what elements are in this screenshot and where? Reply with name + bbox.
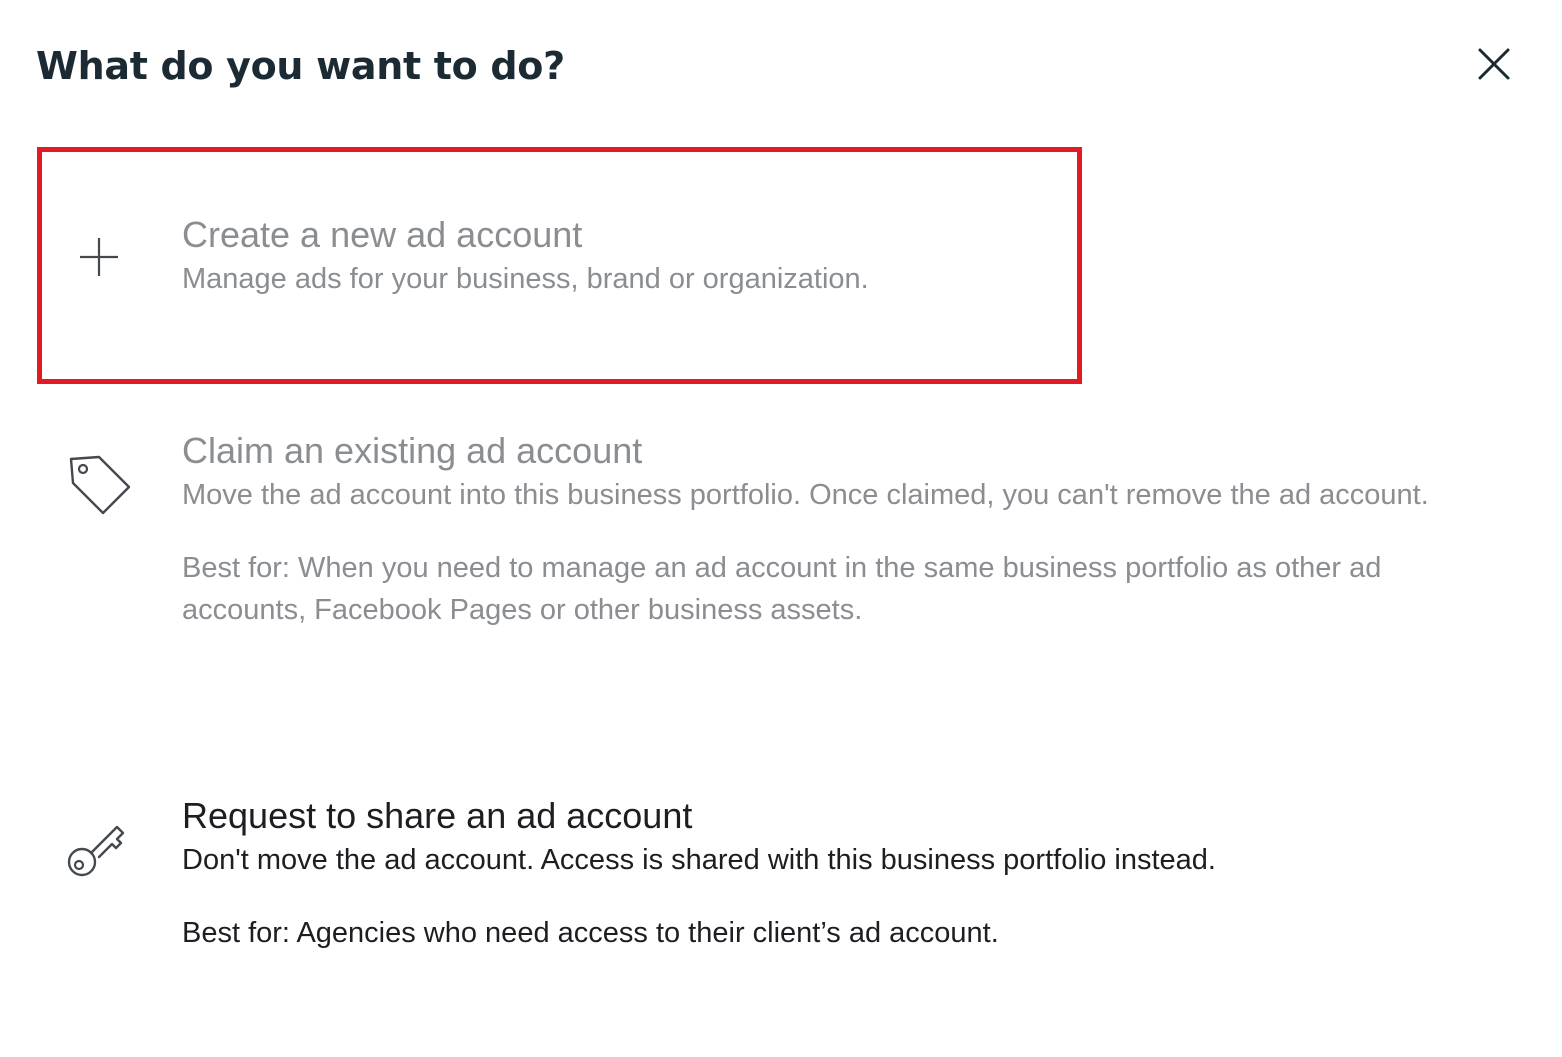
option-title: Claim an existing ad account (182, 430, 643, 471)
option-create-ad-account[interactable]: Create a new ad account Manage ads for y… (40, 150, 1520, 375)
key-icon (64, 810, 134, 880)
option-title: Create a new ad account (182, 214, 583, 255)
option-description: Don't move the ad account. Access is sha… (182, 844, 1216, 876)
tag-icon (64, 450, 134, 520)
option-best-for: Best for: Agencies who need access to th… (182, 917, 999, 949)
option-best-for: Best for: When you need to manage an ad … (182, 552, 1382, 626)
plus-icon (64, 222, 134, 292)
close-button[interactable] (1470, 42, 1518, 90)
option-claim-ad-account[interactable]: Claim an existing ad account Move the ad… (40, 410, 1520, 710)
option-description: Manage ads for your business, brand or o… (182, 263, 869, 295)
dialog-title: What do you want to do? (36, 44, 565, 88)
option-share-ad-account[interactable]: Request to share an ad account Don't mov… (40, 780, 1520, 980)
close-icon[interactable] (1476, 46, 1512, 87)
option-title: Request to share an ad account (182, 795, 693, 836)
option-description: Move the ad account into this business p… (182, 479, 1429, 511)
